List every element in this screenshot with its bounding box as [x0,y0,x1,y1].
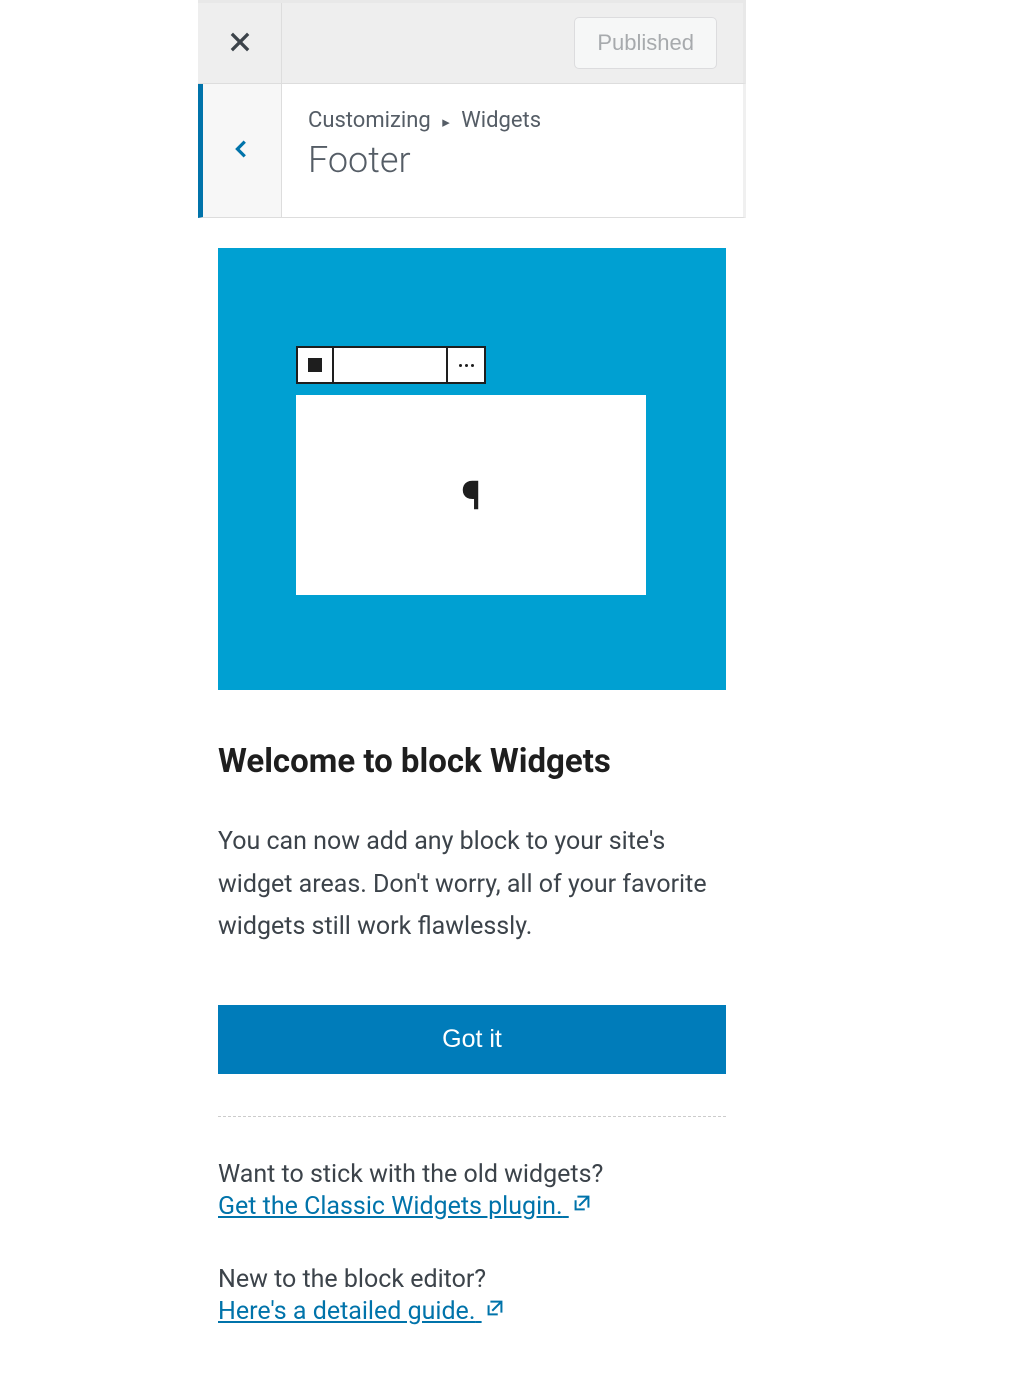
chevron-left-icon [231,138,253,163]
breadcrumb: Customizing ▸ Widgets [308,108,717,133]
classic-widgets-prompt: Want to stick with the old widgets? [218,1159,726,1192]
illustration-canvas: ¶ [296,395,646,595]
welcome-title: Welcome to block Widgets [218,742,726,781]
classic-widgets-link[interactable]: Get the Classic Widgets plugin. [218,1192,593,1221]
guide-section: New to the block editor? Here's a detail… [218,1264,726,1329]
publish-status-button[interactable]: Published [574,17,717,69]
breadcrumb-root: Customizing [308,108,431,133]
got-it-button[interactable]: Got it [218,1005,726,1074]
pilcrow-icon: ¶ [461,472,481,519]
customizer-panel: Published Customizing ▸ Widgets Footer [198,0,746,1389]
close-icon [226,28,254,59]
section-title: Footer [308,139,717,181]
topbar: Published [198,0,746,84]
illustration-more-icon [448,348,484,382]
breadcrumb-separator-icon: ▸ [442,113,450,131]
classic-widgets-section: Want to stick with the old widgets? Get … [218,1159,726,1224]
external-link-icon [484,1296,506,1329]
illustration-toolbar [296,346,486,384]
external-link-icon [571,1191,593,1224]
guide-link[interactable]: Here's a detailed guide. [218,1297,506,1326]
illustration-toolbar-mid [334,348,448,382]
illustration-block-icon [298,348,334,382]
breadcrumb-current: Widgets [461,108,541,133]
classic-widgets-link-text: Get the Classic Widgets plugin. [218,1192,563,1221]
guide-link-text: Here's a detailed guide. [218,1297,475,1326]
welcome-illustration: ¶ [218,248,726,690]
back-button[interactable] [203,84,282,217]
breadcrumb-nav: Customizing ▸ Widgets Footer [198,84,746,218]
guide-prompt: New to the block editor? [218,1264,726,1297]
welcome-description: You can now add any block to your site's… [218,821,726,949]
divider [218,1116,726,1117]
content-area: ¶ Welcome to block Widgets You can now a… [198,218,746,1389]
breadcrumb-text: Customizing ▸ Widgets Footer [282,84,743,217]
close-button[interactable] [198,3,282,83]
